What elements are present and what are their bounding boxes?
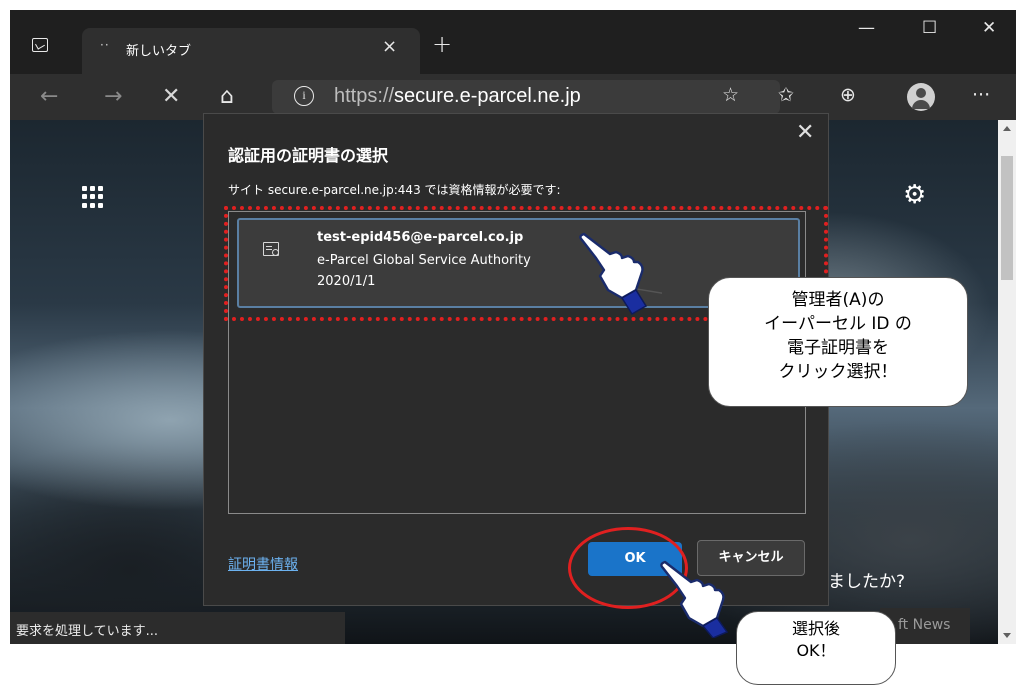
collections-icon[interactable]: ⊕ (840, 84, 856, 106)
maximize-button[interactable]: ☐ (922, 18, 937, 38)
tab-title: 新しいタブ (126, 44, 192, 59)
home-icon[interactable]: ⌂ (220, 84, 234, 109)
tab-favicon-icon: ·· (100, 38, 110, 52)
certificate-info-link[interactable]: 証明書情報 (228, 554, 298, 574)
dialog-title: 認証用の証明書の選択 (228, 146, 389, 165)
scroll-down-arrow-icon[interactable] (1003, 633, 1011, 638)
callout-press-ok: 選択後 OK！ (736, 611, 896, 685)
favorites-icon[interactable]: ✩ (778, 84, 794, 106)
address-bar[interactable]: i https://secure.e-parcel.ne.jp (272, 80, 780, 114)
profile-avatar[interactable] (907, 83, 935, 111)
close-window-button[interactable]: ✕ (982, 18, 996, 38)
site-info-icon[interactable]: i (294, 86, 314, 106)
pointing-hand-icon (579, 232, 662, 316)
callout-select-certificate: 管理者(A)の イーパーセル ID の 電子証明書を クリック選択！ (708, 277, 968, 407)
tab-actions-icon[interactable] (32, 38, 48, 52)
add-favorite-icon[interactable]: ☆ (722, 84, 739, 106)
forward-arrow-icon[interactable]: → (104, 84, 122, 109)
dialog-close-icon[interactable]: ✕ (796, 120, 814, 145)
url-scheme: https:// (334, 85, 395, 107)
page-scrollbar[interactable] (998, 120, 1016, 644)
apps-grid-icon[interactable] (82, 186, 104, 208)
screenshot-stage: ·· 新しいタブ × + — ☐ ✕ ← → ✕ ⌂ i https://sec… (0, 0, 1016, 686)
callout-line: 電子証明書を (787, 338, 889, 358)
dialog-subtitle: サイト secure.e-parcel.ne.jp:443 では資格情報が必要で… (228, 183, 561, 197)
callout-line: OK！ (796, 641, 836, 660)
minimize-button[interactable]: — (858, 18, 875, 38)
more-menu-icon[interactable]: ··· (972, 84, 990, 106)
scrollbar-thumb[interactable] (1001, 156, 1013, 280)
settings-gear-icon[interactable]: ⚙ (903, 180, 926, 210)
callout-line: イーパーセル ID の (764, 314, 912, 334)
url-host: secure.e-parcel.ne.jp (394, 85, 581, 107)
stop-loading-icon[interactable]: ✕ (162, 84, 180, 109)
tab-close-icon[interactable]: × (382, 36, 397, 57)
callout-line: 選択後 (791, 619, 840, 638)
scroll-up-arrow-icon[interactable] (1003, 126, 1011, 131)
background-headline-fragment: ましたか? (828, 572, 906, 592)
pointing-hand-icon-ok (660, 560, 729, 638)
status-bar: 要求を処理しています... (10, 612, 345, 644)
callout-line: クリック選択！ (778, 362, 898, 382)
callout-line: 管理者(A)の (791, 290, 885, 310)
address-url[interactable]: https://secure.e-parcel.ne.jp (334, 85, 581, 108)
tab-new-tab[interactable]: ·· 新しいタブ × (82, 28, 420, 74)
tab-strip: ·· 新しいタブ × + — ☐ ✕ (10, 10, 1016, 74)
new-tab-plus-icon[interactable]: + (432, 30, 452, 58)
back-arrow-icon[interactable]: ← (40, 84, 58, 109)
